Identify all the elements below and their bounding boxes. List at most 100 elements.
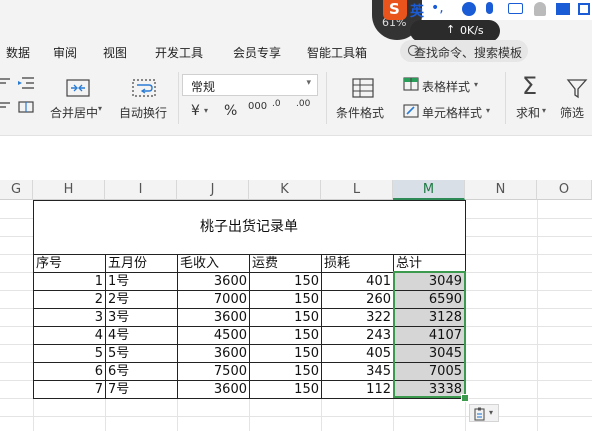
cell-index[interactable]: 6 xyxy=(33,363,103,381)
indent-icon[interactable] xyxy=(16,76,36,116)
cell-gross[interactable]: 3600 xyxy=(177,381,247,399)
cell-freight[interactable]: 150 xyxy=(249,273,319,291)
emoji-icon[interactable] xyxy=(462,2,476,16)
cell-index[interactable]: 4 xyxy=(33,327,103,345)
table-style-icon[interactable] xyxy=(403,77,419,91)
cell-date[interactable]: 6号 xyxy=(108,363,129,381)
cell-index[interactable]: 2 xyxy=(33,291,103,309)
paste-options-button[interactable]: ▾ xyxy=(469,404,499,422)
cell-freight[interactable]: 150 xyxy=(249,309,319,327)
col-header-h[interactable]: H xyxy=(33,180,105,200)
cell-freight[interactable]: 150 xyxy=(249,381,319,399)
cell-date[interactable]: 5号 xyxy=(108,345,129,363)
conditional-format-icon[interactable] xyxy=(352,78,374,98)
cell-gross[interactable]: 4500 xyxy=(177,327,247,345)
header-cell-may[interactable]: 五月份 xyxy=(108,255,147,273)
cell-index[interactable]: 1 xyxy=(33,273,103,291)
header-cell-gross[interactable]: 毛收入 xyxy=(180,255,219,273)
number-format-select[interactable]: 常规 ▾ xyxy=(182,74,318,96)
percent-button[interactable]: % xyxy=(224,103,237,119)
number-format-value: 常规 xyxy=(191,80,216,94)
table-title[interactable]: 桃子出货记录单 xyxy=(33,200,465,255)
keyboard-icon[interactable] xyxy=(508,3,523,14)
cell-loss[interactable]: 112 xyxy=(321,381,391,399)
col-header-i[interactable]: I xyxy=(105,180,177,200)
fill-handle[interactable] xyxy=(461,394,469,402)
cell-loss[interactable]: 405 xyxy=(321,345,391,363)
cell-gross[interactable]: 7000 xyxy=(177,291,247,309)
table-style-dropdown-icon[interactable]: ▾ xyxy=(474,80,478,89)
grid-line xyxy=(537,200,538,431)
menu-smart-tools[interactable]: 智能工具箱 xyxy=(307,44,367,61)
cell-freight[interactable]: 150 xyxy=(249,327,319,345)
currency-dropdown-icon[interactable]: ▾ xyxy=(204,106,208,115)
filter-button[interactable]: 筛选 xyxy=(560,104,584,121)
cell-style-dropdown-icon[interactable]: ▾ xyxy=(486,106,490,115)
merge-dropdown-icon[interactable]: ▾ xyxy=(98,104,102,113)
col-header-k[interactable]: K xyxy=(249,180,321,200)
col-header-g[interactable]: G xyxy=(0,180,33,200)
cell-gross[interactable]: 3600 xyxy=(177,273,247,291)
toolbox-icon[interactable] xyxy=(578,3,590,15)
menu-view[interactable]: 视图 xyxy=(103,44,127,61)
thousands-button[interactable]: 000 xyxy=(248,101,267,112)
menu-developer[interactable]: 开发工具 xyxy=(155,44,203,61)
auto-wrap-button[interactable]: 自动换行 xyxy=(119,104,167,121)
menu-data[interactable]: 数据 xyxy=(6,44,30,61)
skin-icon[interactable] xyxy=(556,3,570,15)
cell-loss[interactable]: 260 xyxy=(321,291,391,309)
col-header-o[interactable]: O xyxy=(537,180,592,200)
cell-index[interactable]: 5 xyxy=(33,345,103,363)
cell-loss[interactable]: 401 xyxy=(321,273,391,291)
cell-freight[interactable]: 150 xyxy=(249,345,319,363)
cell-gross[interactable]: 3600 xyxy=(177,345,247,363)
sum-button[interactable]: 求和 xyxy=(516,104,540,121)
ime-lang-toggle[interactable]: 英 xyxy=(410,1,424,21)
clipboard-icon xyxy=(474,407,485,421)
merge-center-button[interactable]: 合并居中 xyxy=(50,104,98,121)
cell-index[interactable]: 3 xyxy=(33,309,103,327)
col-header-j[interactable]: J xyxy=(177,180,249,200)
header-cell-index[interactable]: 序号 xyxy=(36,255,62,273)
cell-gross[interactable]: 3600 xyxy=(177,309,247,327)
col-header-l[interactable]: L xyxy=(321,180,393,200)
sum-dropdown-icon[interactable]: ▾ xyxy=(542,106,546,115)
table-border xyxy=(33,200,466,201)
cell-style-icon[interactable] xyxy=(403,104,419,118)
cell-date[interactable]: 4号 xyxy=(108,327,129,345)
align-left-icon[interactable] xyxy=(0,76,16,116)
selection-range[interactable] xyxy=(393,271,466,398)
cell-freight[interactable]: 150 xyxy=(249,291,319,309)
sigma-icon[interactable]: Σ xyxy=(522,72,537,100)
punct-icon[interactable]: •, xyxy=(431,0,444,16)
auto-wrap-icon[interactable] xyxy=(132,78,156,98)
cell-loss[interactable]: 243 xyxy=(321,327,391,345)
cell-loss[interactable]: 345 xyxy=(321,363,391,381)
cell-date[interactable]: 1号 xyxy=(108,273,129,291)
cell-loss[interactable]: 322 xyxy=(321,309,391,327)
header-cell-freight[interactable]: 运费 xyxy=(252,255,278,273)
table-style-button[interactable]: 表格样式 xyxy=(422,78,470,95)
cell-gross[interactable]: 7500 xyxy=(177,363,247,381)
cell-date[interactable]: 7号 xyxy=(108,381,129,399)
col-header-n[interactable]: N xyxy=(465,180,537,200)
decrease-decimal-button[interactable]: .00 xyxy=(296,99,310,109)
merge-center-icon[interactable] xyxy=(66,78,90,98)
col-header-m[interactable]: M xyxy=(393,180,465,200)
mic-icon[interactable] xyxy=(486,2,493,14)
conditional-format-button[interactable]: 条件格式 xyxy=(336,104,384,121)
user-icon[interactable] xyxy=(534,2,546,16)
header-cell-loss[interactable]: 损耗 xyxy=(324,255,350,273)
cell-date[interactable]: 3号 xyxy=(108,309,129,327)
menu-review[interactable]: 审阅 xyxy=(53,44,77,61)
cell-freight[interactable]: 150 xyxy=(249,363,319,381)
filter-icon[interactable] xyxy=(566,77,588,99)
table-border xyxy=(105,254,106,399)
menu-member[interactable]: 会员专享 xyxy=(233,44,281,61)
command-search[interactable]: 查找命令、搜索模板 xyxy=(400,40,528,62)
cell-date[interactable]: 2号 xyxy=(108,291,129,309)
increase-decimal-button[interactable]: .0 xyxy=(272,99,281,109)
currency-button[interactable]: ¥ xyxy=(191,103,200,119)
cell-style-button[interactable]: 单元格样式 xyxy=(422,104,482,121)
cell-index[interactable]: 7 xyxy=(33,381,103,399)
